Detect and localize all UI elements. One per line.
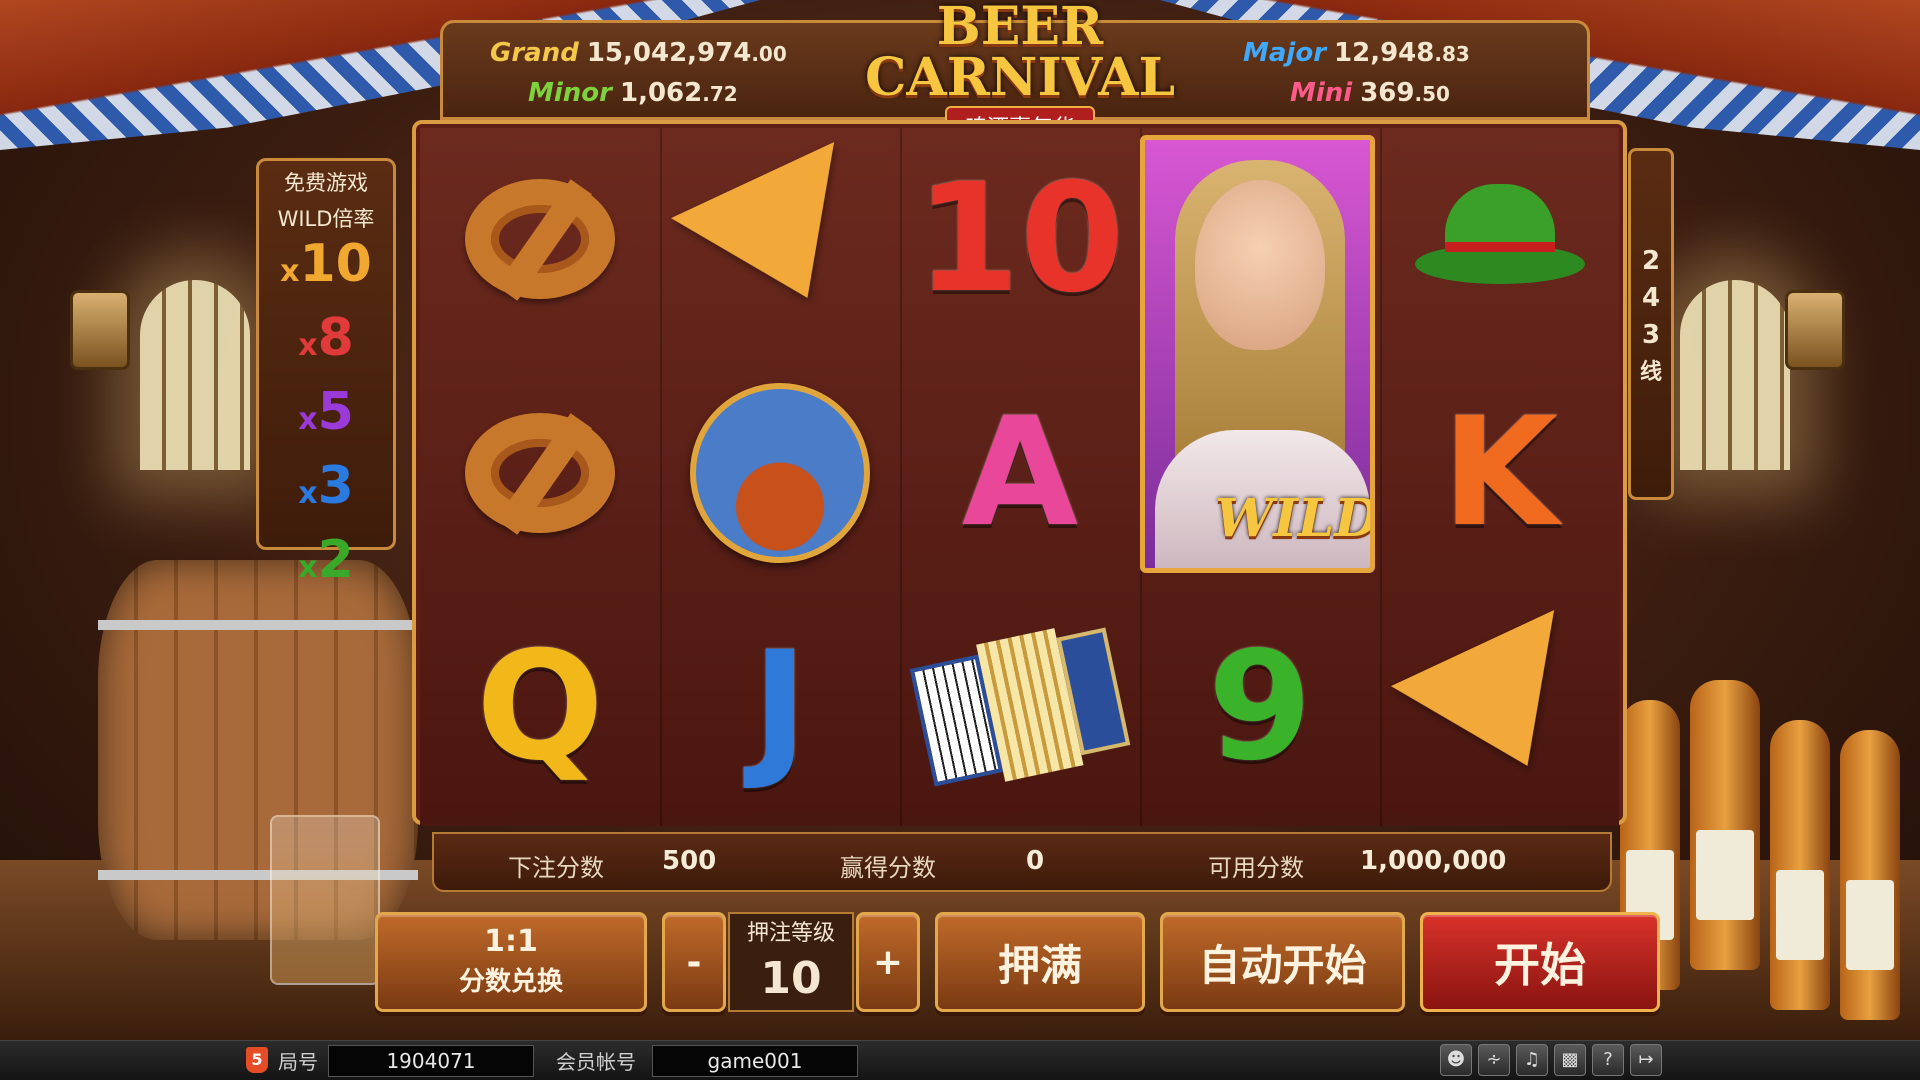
bet-level-value: 10	[760, 953, 822, 1004]
jackpot-mini: Mini 369.50	[1290, 78, 1450, 108]
credit-label: 可用分数	[1208, 854, 1304, 882]
round-number: 1904071	[328, 1045, 534, 1077]
wild-multiplier-panel: 免费游戏 WILD倍率 x10 x8 x5 x3 x2	[256, 158, 396, 590]
jackpot-minor: Minor 1,062.72	[528, 78, 738, 108]
jackpot-major: Major 12,948.83	[1243, 38, 1470, 68]
wild-label: WILD	[1215, 488, 1375, 549]
symbol-q-letter: Q	[476, 620, 604, 794]
beer-bottle	[1770, 720, 1830, 1010]
bet-value: 500	[662, 846, 717, 876]
symbol-j: J	[660, 596, 900, 818]
symbol-k: K	[1380, 362, 1620, 584]
multiplier-x5: x5	[298, 382, 354, 442]
symbol-wild-girl: WILD	[1140, 135, 1375, 573]
ways-indicator: 2 4 3 线	[1628, 148, 1674, 500]
html5-icon: 5	[246, 1047, 268, 1073]
symbol-j-letter: J	[752, 620, 808, 794]
help-icon[interactable]: ?	[1592, 1044, 1624, 1076]
symbol-9: 9	[1140, 596, 1380, 818]
beer-glass	[270, 815, 380, 985]
symbol-pretzel	[420, 362, 660, 584]
info-bar: 下注分数 500 赢得分数 0 可用分数 1,000,000	[432, 832, 1612, 892]
symbol-k-letter: K	[1441, 386, 1559, 560]
jackpot-grand: Grand 15,042,974.00	[490, 38, 787, 68]
symbol-pretzel	[420, 128, 660, 350]
symbol-a: A	[900, 362, 1140, 584]
window-left	[140, 280, 250, 470]
credit-value: 1,000,000	[1360, 846, 1507, 876]
music-icon[interactable]: ♫	[1516, 1044, 1548, 1076]
bet-decrease-button[interactable]: -	[662, 912, 726, 1012]
symbol-pizza	[660, 128, 900, 350]
symbol-q: Q	[420, 596, 660, 818]
wall-lamp-right	[1785, 290, 1845, 370]
account-label: 会员帐号	[556, 1050, 636, 1074]
beer-bottle	[1840, 730, 1900, 1020]
symbol-pizza	[1380, 596, 1620, 818]
window-right	[1680, 280, 1790, 470]
bet-label: 下注分数	[508, 854, 604, 882]
symbol-9-letter: 9	[1207, 620, 1313, 794]
win-value: 0	[1026, 846, 1045, 876]
beer-bottle	[1690, 680, 1760, 970]
multiplier-x8: x8	[298, 308, 354, 368]
symbol-hat	[1380, 128, 1620, 350]
rss-icon[interactable]: ∻	[1478, 1044, 1510, 1076]
exit-icon[interactable]: ↦	[1630, 1044, 1662, 1076]
bet-increase-button[interactable]: +	[856, 912, 920, 1012]
max-bet-button[interactable]: 押满	[935, 912, 1145, 1012]
symbol-a-letter: A	[961, 386, 1079, 560]
multiplier-x2: x2	[298, 530, 354, 590]
user-icon[interactable]: ☻	[1440, 1044, 1472, 1076]
wall-lamp-left	[70, 290, 130, 370]
exchange-button[interactable]: 1:1 分数兑换	[375, 912, 647, 1012]
multiplier-x3: x3	[298, 456, 354, 516]
gift-icon[interactable]: ▩	[1554, 1044, 1586, 1076]
symbol-10-letter: 10	[915, 152, 1125, 326]
symbol-accordion	[900, 596, 1140, 818]
round-label: 局号	[278, 1050, 318, 1074]
win-label: 赢得分数	[840, 854, 936, 882]
symbol-10: 10	[900, 128, 1140, 350]
account-id: game001	[652, 1045, 858, 1077]
symbol-beer-man	[660, 362, 900, 584]
auto-start-button[interactable]: 自动开始	[1160, 912, 1405, 1012]
multiplier-x10: x10	[280, 234, 372, 294]
bet-level-display: 押注等级 10	[728, 912, 854, 1012]
start-button[interactable]: 开始	[1420, 912, 1660, 1012]
